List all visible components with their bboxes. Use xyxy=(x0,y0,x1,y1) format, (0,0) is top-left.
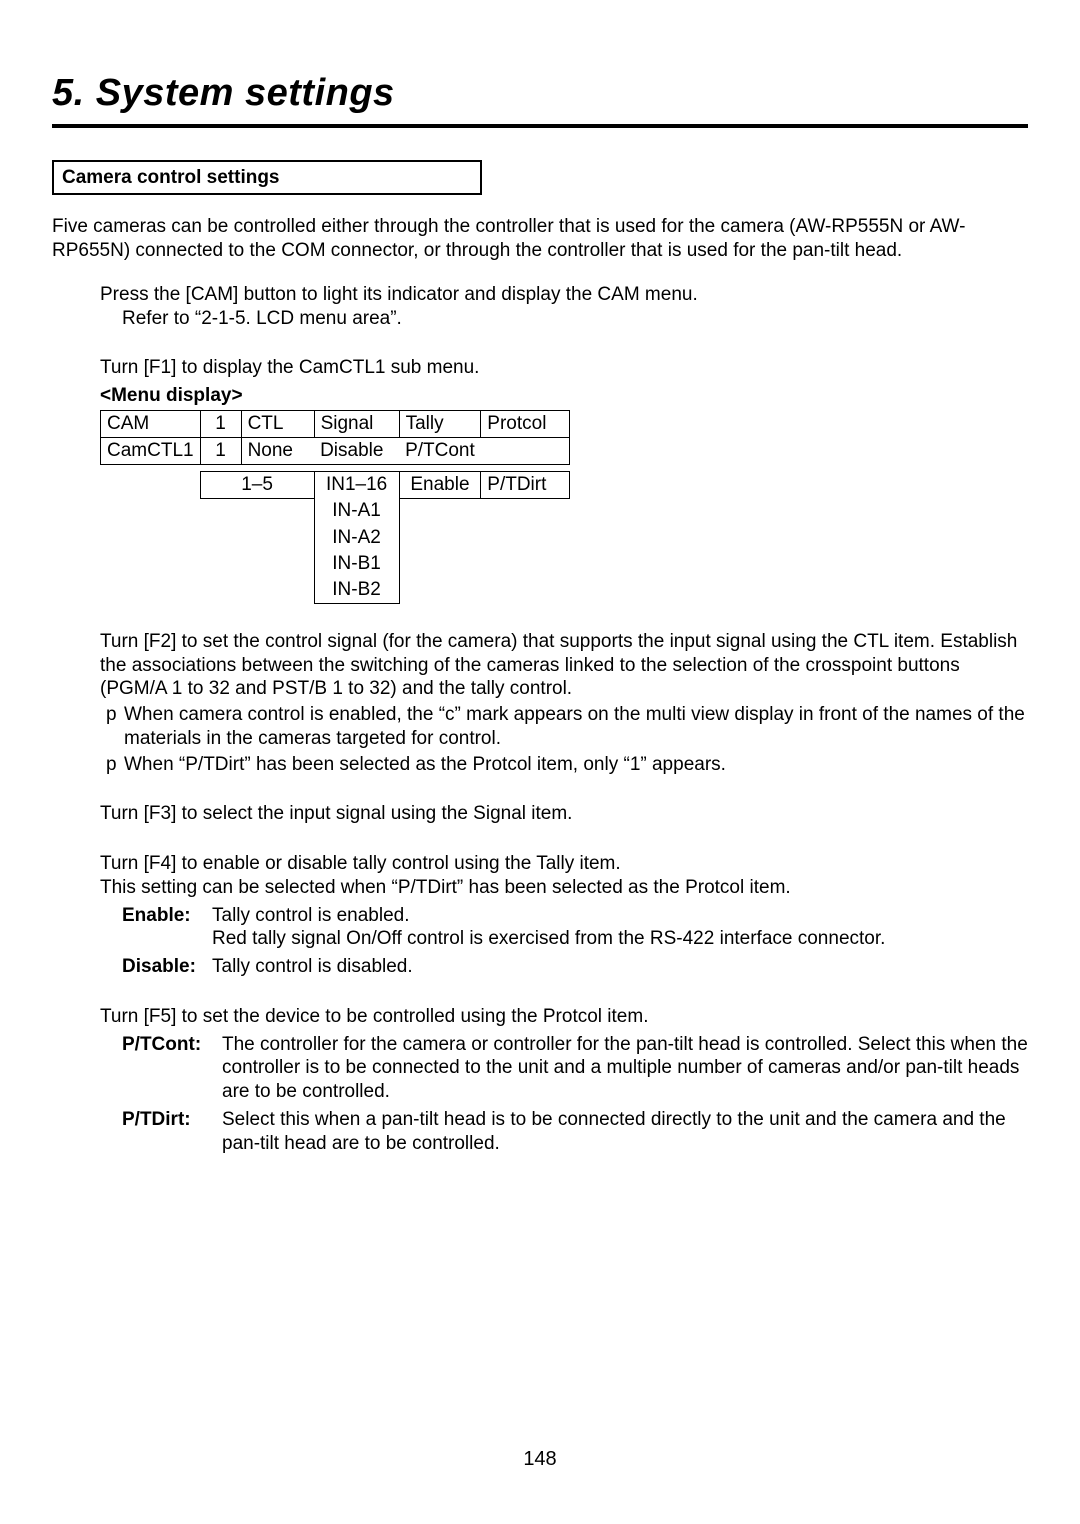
enable-def: Tally control is enabled. Red tally sign… xyxy=(212,904,1028,952)
lcd-v-signal: None xyxy=(241,437,314,464)
page: 5. System settings Camera control settin… xyxy=(0,0,1080,1524)
bullet-mark: p xyxy=(106,703,124,751)
step-5-line-2: This setting can be selected when “P/TDi… xyxy=(100,876,1028,900)
lcd-options-row-4: IN-B1 xyxy=(101,551,570,577)
lcd-v-empty xyxy=(481,437,570,464)
bullet-mark: p xyxy=(106,753,124,777)
step-5-line-1: Turn [F4] to enable or disable tally con… xyxy=(100,852,1028,876)
menu-display-label: <Menu display> xyxy=(100,384,1028,408)
lcd-opt-signal-3: IN-B1 xyxy=(314,551,399,577)
lcd-v-ctl: 1 xyxy=(200,437,241,464)
ptcont-def-row: P/TCont: The controller for the camera o… xyxy=(122,1033,1028,1104)
lcd-header-row: CAM 1 CTL Signal Tally Protcol xyxy=(101,410,570,437)
step-1-line-1: Press the [CAM] button to light its indi… xyxy=(100,283,1028,307)
enable-term: Enable: xyxy=(122,904,212,952)
step-1-line-2: Refer to “2-1-5. LCD menu area”. xyxy=(122,307,1028,331)
step-1: Press the [CAM] button to light its indi… xyxy=(100,283,1028,331)
lcd-v-protcol: P/TCont xyxy=(399,437,481,464)
bullet-text: When camera control is enabled, the “c” … xyxy=(124,703,1028,751)
lcd-h-ctl: CTL xyxy=(241,410,314,437)
lcd-opt-signal-0: IN1–16 xyxy=(314,471,399,498)
lcd-opt-signal-2: IN-A2 xyxy=(314,525,399,551)
enable-def-1: Tally control is enabled. xyxy=(212,904,1028,928)
ptdirt-def-row: P/TDirt: Select this when a pan-tilt hea… xyxy=(122,1108,1028,1156)
lcd-opt-signal-4: IN-B2 xyxy=(314,577,399,604)
step-2: Turn [F1] to display the CamCTL1 sub men… xyxy=(100,356,1028,380)
chapter-title: 5. System settings xyxy=(52,70,1028,128)
section-heading-box: Camera control settings xyxy=(52,160,482,196)
step-3-bullet-1: p When camera control is enabled, the “c… xyxy=(106,703,1028,751)
intro-paragraph: Five cameras can be controlled either th… xyxy=(52,215,1028,263)
ptcont-term: P/TCont: xyxy=(122,1033,222,1104)
lcd-opt-signal-1: IN-A1 xyxy=(314,498,399,525)
lcd-h-cam: CAM xyxy=(101,410,201,437)
enable-def-row: Enable: Tally control is enabled. Red ta… xyxy=(122,904,1028,952)
lcd-value-row: CamCTL1 1 None Disable P/TCont xyxy=(101,437,570,464)
lcd-options-row-5: IN-B2 xyxy=(101,577,570,604)
ptcont-def: The controller for the camera or control… xyxy=(222,1033,1028,1104)
disable-def-row: Disable: Tally control is disabled. xyxy=(122,955,1028,979)
lcd-options-row-2: IN-A1 xyxy=(101,498,570,525)
bullet-text: When “P/TDirt” has been selected as the … xyxy=(124,753,1028,777)
lcd-opt-tally: Enable xyxy=(399,471,481,498)
lcd-h-signal: Signal xyxy=(314,410,399,437)
lcd-v-tally: Disable xyxy=(314,437,399,464)
disable-term: Disable: xyxy=(122,955,212,979)
lcd-opt-ctl: 1–5 xyxy=(200,471,314,498)
lcd-opt-protcol: P/TDirt xyxy=(481,471,570,498)
lcd-menu-table: CAM 1 CTL Signal Tally Protcol CamCTL1 1… xyxy=(100,410,570,604)
step-4: Turn [F3] to select the input signal usi… xyxy=(100,802,1028,826)
lcd-h-protcol: Protcol xyxy=(481,410,570,437)
lcd-options-row-1: 1–5 IN1–16 Enable P/TDirt xyxy=(101,471,570,498)
ptdirt-def: Select this when a pan-tilt head is to b… xyxy=(222,1108,1028,1156)
lcd-spacer-row xyxy=(101,464,570,471)
lcd-h-page: 1 xyxy=(200,410,241,437)
lcd-options-row-3: IN-A2 xyxy=(101,525,570,551)
lcd-h-tally: Tally xyxy=(399,410,481,437)
disable-def: Tally control is disabled. xyxy=(212,955,1028,979)
lcd-v-submenu: CamCTL1 xyxy=(101,437,201,464)
step-3-bullet-2: p When “P/TDirt” has been selected as th… xyxy=(106,753,1028,777)
step-6: Turn [F5] to set the device to be contro… xyxy=(100,1005,1028,1029)
ptdirt-term: P/TDirt: xyxy=(122,1108,222,1156)
step-3-paragraph: Turn [F2] to set the control signal (for… xyxy=(100,630,1028,701)
page-number: 148 xyxy=(0,1447,1080,1472)
enable-def-2: Red tally signal On/Off control is exerc… xyxy=(212,927,1028,951)
